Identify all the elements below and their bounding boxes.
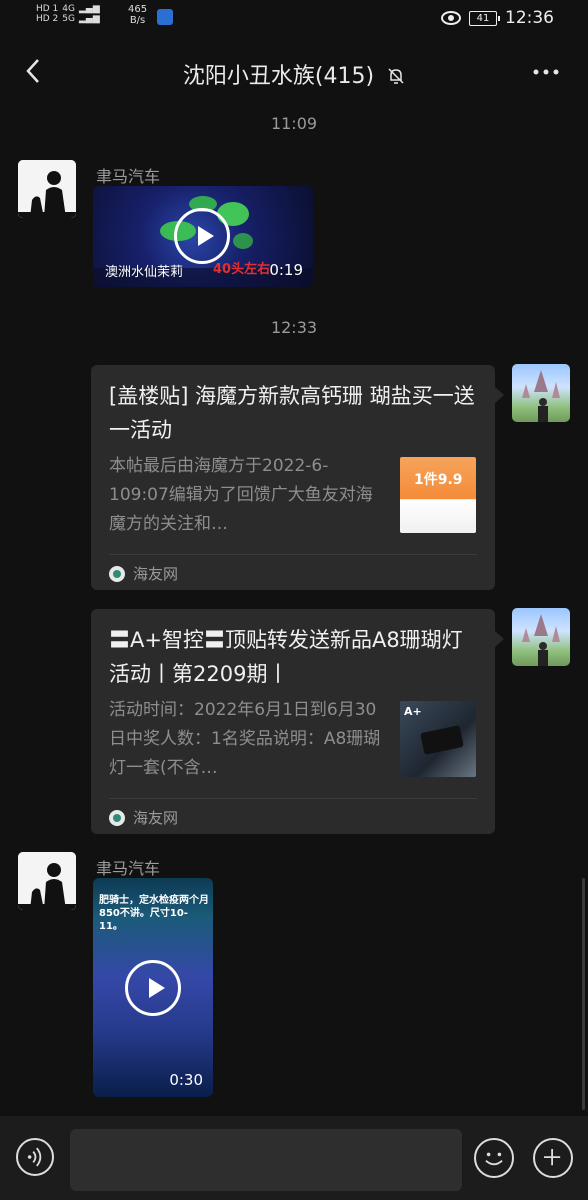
mute-bell-icon — [388, 68, 404, 84]
signal-bars-icon: ▂▄▆ — [79, 14, 100, 24]
emoji-icon[interactable] — [474, 1138, 514, 1178]
sim2-label: HD 2 — [36, 14, 59, 24]
video-duration: 0:30 — [169, 1071, 203, 1089]
card-title: 〓A+智控〓顶贴转发送新品A8珊瑚灯活动丨第2209期丨 — [109, 628, 463, 686]
message-input[interactable] — [70, 1129, 462, 1191]
video-message[interactable]: 肥骑士，定水检疫两个月850不讲。尺寸10-11。 0:30 — [93, 878, 213, 1097]
chat-title-row: 沈阳小丑水族(415) — [0, 58, 588, 90]
input-bar — [0, 1116, 588, 1200]
play-icon[interactable] — [174, 208, 230, 264]
source-name: 海友网 — [133, 565, 179, 583]
thumbnail-text: 1件9.9 — [414, 472, 463, 488]
video-caption-red: 40头左右 — [213, 262, 271, 277]
timestamp: 11:09 — [270, 114, 318, 133]
voice-icon[interactable] — [16, 1138, 54, 1176]
card-source: 海友网 — [109, 563, 178, 584]
avatar[interactable] — [18, 852, 76, 910]
sender-name: 聿马汽车 — [96, 167, 161, 186]
card-description: 本帖最后由海魔方于2022-6-109:07编辑为了回馈广大鱼友对海魔方的关注和… — [109, 456, 373, 534]
card-thumbnail: 1件9.9 — [400, 457, 476, 533]
sender-name: 聿马汽车 — [96, 859, 161, 878]
card-title: [盖楼贴] 海魔方新款高钙珊 瑚盐买一送一活动 — [109, 384, 475, 442]
video-caption: 澳洲水仙茉莉 — [105, 265, 184, 280]
avatar-silhouette-icon — [18, 852, 76, 910]
sim-indicators: HD 1 4G ▂▄▆ HD 2 5G ▂▄▆ — [36, 4, 100, 24]
shield-icon — [157, 9, 173, 25]
avatar-silhouette-icon — [18, 160, 76, 218]
avatar[interactable] — [18, 160, 76, 218]
thumbnail-text: A+ — [404, 705, 422, 718]
card-thumbnail: A+ — [400, 701, 476, 777]
chat-title: 沈阳小丑水族(415) — [182, 64, 375, 89]
avatar[interactable] — [512, 364, 570, 422]
plus-icon[interactable] — [533, 1138, 573, 1178]
source-name: 海友网 — [133, 809, 179, 827]
avatar-photo-icon — [522, 614, 560, 666]
source-logo-icon — [109, 565, 125, 582]
more-dots-icon[interactable] — [530, 58, 562, 86]
link-card[interactable]: [盖楼贴] 海魔方新款高钙珊 瑚盐买一送一活动 本帖最后由海魔方于2022-6-… — [91, 365, 504, 590]
net-speed-unit: B/s — [129, 15, 146, 26]
battery-icon: 41 — [469, 10, 500, 26]
card-source: 海友网 — [109, 807, 178, 828]
clock: 12:36 — [505, 8, 554, 28]
video-message[interactable]: 澳洲水仙茉莉 40头左右 0:19 — [93, 186, 313, 287]
chat-header: 沈阳小丑水族(415) — [0, 36, 588, 108]
status-right: 41 12:36 — [441, 8, 554, 28]
avatar[interactable] — [512, 608, 570, 666]
signal-bars-icon: ▂▄▆ — [79, 4, 100, 14]
net-speed-value: 465 — [128, 4, 148, 15]
eye-icon — [441, 11, 461, 25]
sim1-label: HD 1 — [36, 4, 59, 14]
avatar-photo-icon — [522, 370, 560, 422]
signal2-label: 5G — [62, 14, 75, 24]
net-speed: 465 B/s — [128, 4, 147, 26]
lamp-image — [420, 725, 464, 755]
card-divider — [109, 554, 477, 555]
status-bar: HD 1 4G ▂▄▆ HD 2 5G ▂▄▆ 465 B/s 41 12:36 — [0, 0, 588, 36]
signal1-label: 4G — [62, 4, 75, 14]
scrollbar[interactable] — [582, 878, 585, 1110]
video-duration: 0:19 — [269, 261, 303, 279]
timestamp: 12:33 — [270, 318, 318, 337]
video-overlay-text: 肥骑士，定水检疫两个月850不讲。尺寸10-11。 — [99, 895, 209, 932]
link-card[interactable]: 〓A+智控〓顶贴转发送新品A8珊瑚灯活动丨第2209期丨 活动时间：2022年6… — [91, 609, 504, 834]
card-description: 活动时间：2022年6月1日到6月30日中奖人数：1名奖品说明：A8珊瑚灯一套(… — [109, 700, 381, 778]
play-icon[interactable] — [125, 960, 181, 1016]
card-divider — [109, 798, 477, 799]
source-logo-icon — [109, 809, 125, 826]
